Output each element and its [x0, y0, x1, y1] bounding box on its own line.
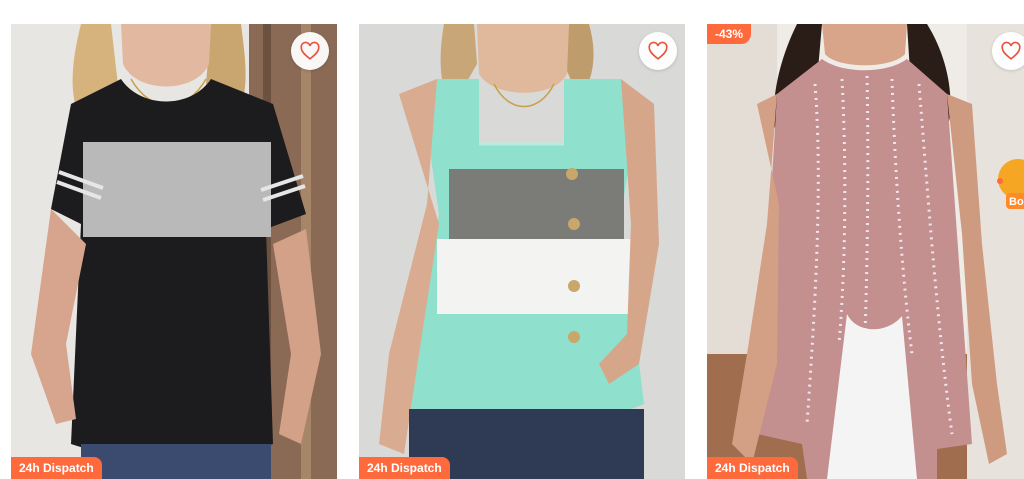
black-striped-tee-image [11, 24, 337, 479]
wishlist-button[interactable] [291, 32, 329, 70]
dispatch-badge: 24h Dispatch [707, 457, 798, 479]
heart-outline-icon [300, 41, 320, 60]
heart-outline-icon [1001, 41, 1021, 60]
dispatch-badge: 24h Dispatch [359, 457, 450, 479]
promo-floating-button[interactable]: Bo [994, 149, 1024, 219]
product-card[interactable]: -43% Bo 24h Dispatch [707, 24, 1024, 479]
discount-badge: -43% [707, 24, 752, 44]
pink-sequin-tank-image [707, 24, 1024, 479]
heart-outline-icon [648, 41, 668, 60]
product-image[interactable] [359, 24, 685, 479]
product-card[interactable]: 24h Dispatch [11, 24, 337, 479]
wishlist-button[interactable] [639, 32, 677, 70]
dispatch-badge: 24h Dispatch [11, 457, 102, 479]
mint-color-block-tank-image [359, 24, 685, 479]
promo-label: Bo [1009, 196, 1024, 208]
wishlist-button[interactable] [992, 32, 1024, 70]
promo-icon: Bo [997, 159, 1024, 209]
product-image[interactable] [707, 24, 1024, 479]
product-image[interactable] [11, 24, 337, 479]
product-card[interactable]: 24h Dispatch [359, 24, 685, 479]
